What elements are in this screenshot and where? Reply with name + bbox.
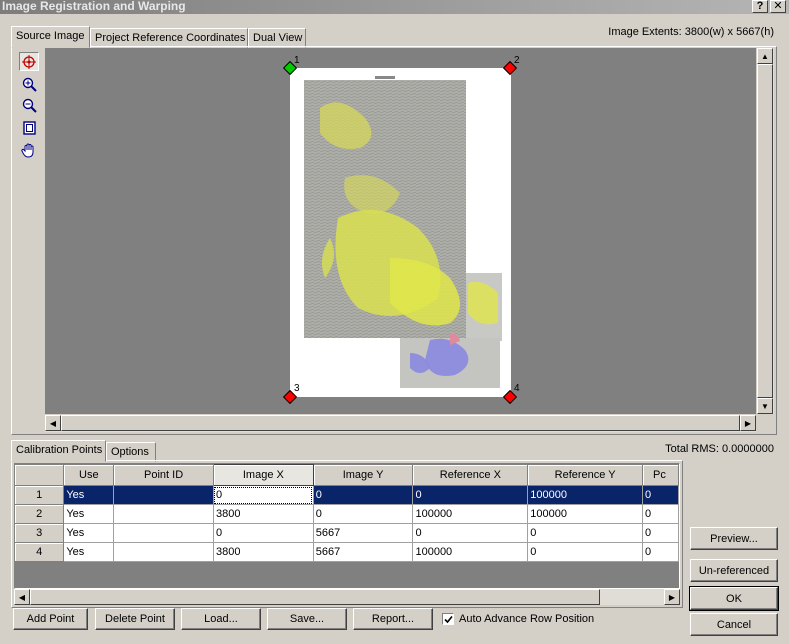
scroll-thumb[interactable] xyxy=(757,64,773,398)
total-rms: Total RMS: 0.0000000 xyxy=(665,443,774,455)
tab-label: Project Reference Coordinates xyxy=(95,32,246,44)
scroll-thumb[interactable] xyxy=(30,589,600,605)
help-button[interactable]: ? xyxy=(752,0,768,13)
add-point-button[interactable]: Add Point xyxy=(13,608,88,630)
cell-image-y[interactable]: 0 xyxy=(313,485,414,505)
delete-point-button[interactable]: Delete Point xyxy=(95,608,175,630)
row-number[interactable]: 1 xyxy=(15,485,65,505)
cell-image-y[interactable]: 5667 xyxy=(313,523,414,543)
auto-advance-label: Auto Advance Row Position xyxy=(459,613,595,625)
fit-page-icon[interactable] xyxy=(19,118,39,137)
marker-label: 2 xyxy=(514,55,520,66)
cell-reference-x[interactable]: 100000 xyxy=(412,542,529,562)
cell-point-id[interactable] xyxy=(113,542,214,562)
tab-calibration-points[interactable]: Calibration Points xyxy=(11,440,106,462)
row-number[interactable]: 3 xyxy=(15,523,65,543)
cancel-button[interactable]: Cancel xyxy=(690,613,778,636)
cell-reference-x[interactable]: 0 xyxy=(412,523,529,543)
zoom-in-icon[interactable] xyxy=(19,75,39,94)
scroll-thumb[interactable] xyxy=(61,415,740,431)
column-header-point-id[interactable]: Point ID xyxy=(113,464,214,486)
tab-project-reference-coordinates[interactable]: Project Reference Coordinates xyxy=(90,28,248,48)
column-header-image-y[interactable]: Image Y xyxy=(313,464,414,486)
viewport-vertical-scrollbar[interactable]: ▲ ▼ xyxy=(757,48,774,414)
cell-point-id[interactable] xyxy=(113,504,214,524)
zoom-out-icon[interactable] xyxy=(19,96,39,115)
cell-point-id[interactable] xyxy=(113,523,214,543)
table-row[interactable]: 3 Yes 0 5667 0 0 0 xyxy=(15,523,679,543)
scroll-left-arrow-icon[interactable]: ◀ xyxy=(45,415,61,431)
window-title: Image Registration and Warping xyxy=(2,0,186,13)
ok-button[interactable]: OK xyxy=(689,586,779,611)
preview-button[interactable]: Preview... xyxy=(690,527,778,550)
grid-horizontal-scrollbar[interactable]: ◀ ▶ xyxy=(14,589,680,605)
row-number[interactable]: 2 xyxy=(15,504,65,524)
cell-pc[interactable]: 0 xyxy=(642,485,679,505)
marker-label: 3 xyxy=(294,383,300,394)
table-row[interactable]: 2 Yes 3800 0 100000 100000 0 xyxy=(15,504,679,524)
tab-dual-view[interactable]: Dual View xyxy=(248,28,306,48)
tab-label: Calibration Points xyxy=(16,444,103,456)
cell-pc[interactable]: 0 xyxy=(642,542,679,562)
load-button[interactable]: Load... xyxy=(181,608,261,630)
image-extents: Image Extents: 3800(w) x 5667(h) xyxy=(608,26,774,38)
cell-point-id[interactable] xyxy=(113,485,214,505)
marker-label: 4 xyxy=(514,383,520,394)
unreferenced-button[interactable]: Un-referenced xyxy=(690,559,778,582)
tab-label: Source Image xyxy=(16,30,85,42)
tab-label: Dual View xyxy=(253,32,303,44)
source-image xyxy=(290,68,511,397)
scroll-right-arrow-icon[interactable]: ▶ xyxy=(664,589,680,605)
table-row[interactable]: 1 Yes 0 0 0 100000 0 xyxy=(15,485,679,505)
cell-reference-x[interactable]: 100000 xyxy=(412,504,529,524)
target-icon[interactable] xyxy=(19,52,39,71)
scroll-up-arrow-icon[interactable]: ▲ xyxy=(757,48,773,64)
save-button[interactable]: Save... xyxy=(267,608,347,630)
cell-reference-y[interactable]: 100000 xyxy=(527,485,643,505)
column-header-use[interactable]: Use xyxy=(63,464,115,486)
checkmark-icon xyxy=(443,615,453,623)
cell-use[interactable]: Yes xyxy=(63,485,115,505)
cell-image-x[interactable]: 0 xyxy=(213,523,314,543)
cell-image-x[interactable]: 3800 xyxy=(213,542,314,562)
tab-source-image[interactable]: Source Image xyxy=(11,26,90,48)
cell-image-x[interactable]: 3800 xyxy=(213,504,314,524)
hand-pan-icon[interactable] xyxy=(19,140,39,159)
close-button[interactable]: ✕ xyxy=(770,0,786,13)
tab-options[interactable]: Options xyxy=(106,442,156,462)
scroll-right-arrow-icon[interactable]: ▶ xyxy=(740,415,756,431)
scroll-down-arrow-icon[interactable]: ▼ xyxy=(757,398,773,414)
cell-pc[interactable]: 0 xyxy=(642,523,679,543)
cell-reference-y[interactable]: 0 xyxy=(527,542,643,562)
column-header-reference-x[interactable]: Reference X xyxy=(412,464,529,486)
cell-reference-y[interactable]: 0 xyxy=(527,523,643,543)
cell-image-x[interactable]: 0 xyxy=(213,485,314,505)
tab-label: Options xyxy=(111,446,149,458)
cell-use[interactable]: Yes xyxy=(63,504,115,524)
column-header-reference-y[interactable]: Reference Y xyxy=(527,464,643,486)
image-viewport[interactable]: 1 2 3 4 xyxy=(45,48,756,414)
title-bar: Image Registration and Warping xyxy=(0,0,789,14)
table-row[interactable]: 4 Yes 3800 5667 100000 0 0 xyxy=(15,542,679,562)
column-header-image-x[interactable]: Image X xyxy=(212,464,314,486)
auto-advance-checkbox[interactable] xyxy=(442,613,454,625)
report-button[interactable]: Report... xyxy=(353,608,433,630)
cell-reference-y[interactable]: 100000 xyxy=(527,504,643,524)
cell-use[interactable]: Yes xyxy=(63,523,115,543)
cell-image-y[interactable]: 0 xyxy=(313,504,414,524)
cell-pc[interactable]: 0 xyxy=(642,504,679,524)
cell-image-y[interactable]: 5667 xyxy=(313,542,414,562)
scroll-left-arrow-icon[interactable]: ◀ xyxy=(14,589,30,605)
cell-reference-x[interactable]: 0 xyxy=(412,485,529,505)
grid-corner-header xyxy=(15,464,65,486)
column-header-pc[interactable]: Pc xyxy=(642,464,679,486)
viewport-horizontal-scrollbar[interactable]: ◀ ▶ xyxy=(45,415,756,432)
cell-use[interactable]: Yes xyxy=(63,542,115,562)
marker-label: 1 xyxy=(294,55,300,66)
row-number[interactable]: 4 xyxy=(15,542,65,562)
calibration-points-grid[interactable]: Use Point ID Image X Image Y Reference X… xyxy=(14,463,680,589)
